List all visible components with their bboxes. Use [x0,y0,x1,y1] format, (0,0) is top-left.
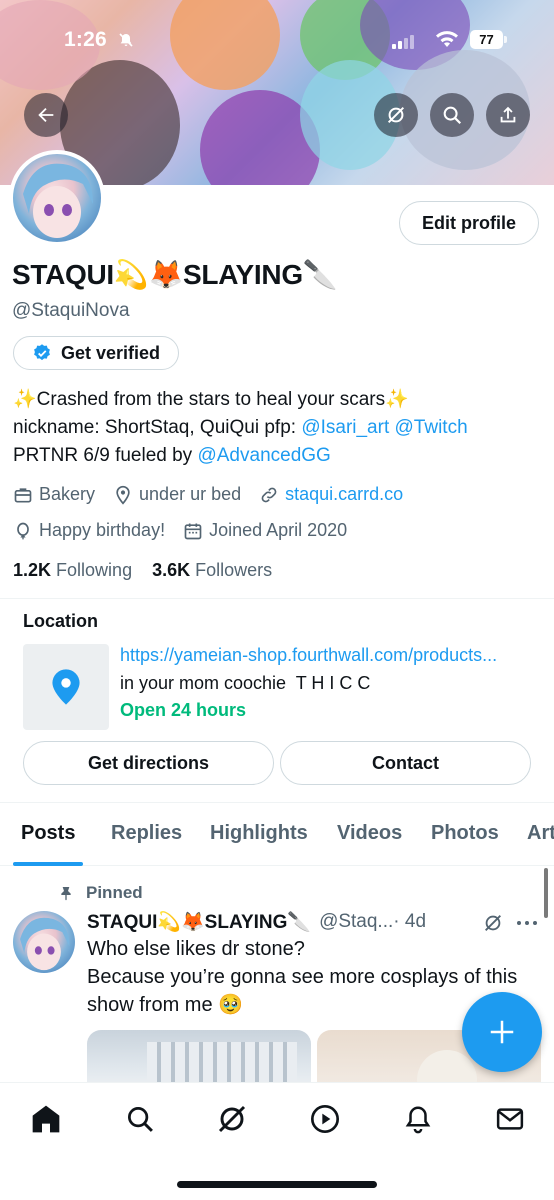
arrow-left-icon [38,107,54,123]
location-map-thumbnail[interactable] [23,644,109,730]
verified-badge-icon [34,344,50,361]
nav-grok[interactable] [214,1101,250,1137]
location-description: in your mom coochie T H I C C [120,673,371,693]
joined-text: Joined April 2020 [209,520,348,540]
profile-avatar[interactable] [9,150,105,246]
post-header: STAQUI💫🦊SLAYING🔪 @Staq... · 4d [87,910,426,934]
birthday-text: Happy birthday! [39,520,166,540]
pinned-label: Pinned [86,883,143,902]
back-button[interactable] [24,93,68,137]
tab-photos[interactable]: Photos [431,822,499,845]
grok-post-icon[interactable] [482,912,504,934]
category-text: Bakery [39,484,96,504]
bio-line-1: ✨Crashed from the stars to heal your sca… [13,389,409,410]
get-verified-button[interactable]: Get verified [13,336,179,370]
get-verified-label: Get verified [61,342,161,363]
bio-line-3-text: PRTNR 6/9 fueled by [13,445,198,466]
balloon-icon [17,522,29,539]
profile-tabs: Posts Replies Highlights Videos Photos A… [0,808,554,866]
nav-notifications[interactable] [400,1101,436,1137]
display-name: STAQUI💫🦊SLAYING🔪 [12,259,338,290]
profile-website[interactable]: staqui.carrd.co [259,484,403,505]
profile-category: Bakery [13,484,95,505]
nav-video[interactable] [307,1101,343,1137]
home-icon [32,1105,60,1133]
nav-messages[interactable] [492,1101,528,1137]
followers-label: Followers [195,560,273,580]
profile-joined: Joined April 2020 [183,520,347,541]
profile-birthday: Happy birthday! [13,520,165,541]
scrollbar[interactable] [544,868,548,918]
share-button[interactable] [486,93,530,137]
profile-location: under ur bed [113,484,241,505]
compose-post-button[interactable] [462,992,542,1072]
search-icon [128,1107,153,1132]
post-author-handle[interactable]: @Staq... [319,911,393,933]
mention-advancedgg[interactable]: @AdvancedGG [197,445,330,466]
location-hours: Open 24 hours [120,700,247,720]
plus-icon [490,1020,514,1044]
active-tab-indicator [13,862,83,866]
tab-posts[interactable]: Posts [21,822,75,845]
divider [0,802,554,803]
profile-meta-row-2: Happy birthday! Joined April 2020 [13,520,365,541]
more-options-icon[interactable] [516,918,538,928]
mention-isari-art[interactable]: @Isari_art [301,417,389,438]
following-label: Following [56,560,133,580]
followers-link[interactable]: 3.6K Followers [152,560,272,580]
post-time: · 4d [393,911,427,932]
nav-home[interactable] [28,1101,64,1137]
mention-twitch[interactable]: @Twitch [395,417,468,438]
share-icon [500,106,516,123]
profile-bio: ✨Crashed from the stars to heal your sca… [13,386,543,470]
pinned-indicator: Pinned [58,883,143,903]
location-text: under ur bed [139,484,242,504]
tab-art[interactable]: Art [527,822,554,845]
search-icon [443,106,462,125]
briefcase-icon [14,487,32,502]
grok-icon [387,106,405,124]
wifi-icon [434,29,460,54]
video-icon [311,1105,339,1133]
nav-search[interactable] [122,1101,158,1137]
tab-videos[interactable]: Videos [337,822,402,845]
notifications-icon [405,1106,431,1134]
silent-mode-icon [118,32,134,52]
tab-highlights[interactable]: Highlights [210,822,308,845]
tab-replies[interactable]: Replies [111,822,182,845]
follow-stats: 1.2K Following 3.6K Followers [13,560,272,581]
website-link[interactable]: staqui.carrd.co [285,484,403,505]
contact-button[interactable]: Contact [280,741,531,785]
calendar-icon [184,523,202,539]
divider [0,598,554,599]
status-time: 1:26 [64,28,107,51]
link-icon [261,487,277,502]
post-line-2: Because you’re gonna see more cosplays o… [87,966,518,988]
following-count: 1.2K [13,560,52,580]
following-link[interactable]: 1.2K Following [13,560,132,580]
grok-icon [218,1105,246,1133]
cellular-signal-icon [392,35,416,49]
bio-line-2-text: nickname: ShortStaq, QuiQui pfp: [13,417,302,438]
post-image-1[interactable] [87,1030,311,1090]
profile-handle: @StaquiNova [12,300,130,321]
search-button[interactable] [430,93,474,137]
grok-button[interactable] [374,93,418,137]
edit-profile-button[interactable]: Edit profile [399,201,539,245]
post-line-1: Who else likes dr stone? [87,938,305,960]
location-url-link[interactable]: https://yameian-shop.fourthwall.com/prod… [120,645,540,666]
home-indicator[interactable] [177,1181,377,1188]
get-directions-button[interactable]: Get directions [23,741,274,785]
location-card-title: Location [23,611,98,631]
profile-meta-row-1: Bakery under ur bed staqui.carrd.co [13,484,421,505]
pin-icon [61,887,71,901]
post-author-name[interactable]: STAQUI💫🦊SLAYING🔪 [87,910,311,934]
followers-count: 3.6K [152,560,191,580]
battery-indicator: 77 [470,30,507,49]
location-pin-icon [116,485,130,505]
post-author-avatar[interactable] [13,911,75,973]
messages-icon [496,1108,524,1130]
map-pin-icon [52,669,80,705]
